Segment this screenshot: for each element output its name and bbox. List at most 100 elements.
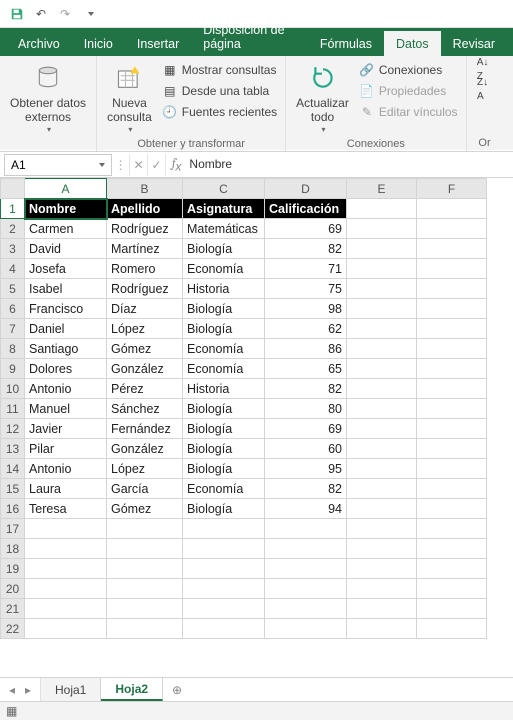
refresh-all-button[interactable]: Actualizar todo▾ <box>292 60 353 136</box>
cell[interactable]: 82 <box>265 379 347 399</box>
cell[interactable] <box>107 619 183 639</box>
cell[interactable]: Antonio <box>25 379 107 399</box>
cell[interactable]: Biología <box>183 239 265 259</box>
row-header-14[interactable]: 14 <box>1 459 25 479</box>
cell[interactable] <box>265 559 347 579</box>
cell[interactable]: González <box>107 439 183 459</box>
cell[interactable] <box>417 339 487 359</box>
cell[interactable] <box>107 579 183 599</box>
cell[interactable]: Matemáticas <box>183 219 265 239</box>
cell[interactable] <box>347 379 417 399</box>
cell[interactable] <box>347 279 417 299</box>
cell[interactable] <box>107 599 183 619</box>
formula-input[interactable]: Nombre <box>189 157 232 171</box>
cell[interactable]: Nombre <box>25 199 107 219</box>
cell[interactable]: Biología <box>183 299 265 319</box>
cell[interactable] <box>347 319 417 339</box>
cell[interactable] <box>107 559 183 579</box>
row-header-22[interactable]: 22 <box>1 619 25 639</box>
cell[interactable] <box>417 619 487 639</box>
cell[interactable]: Rodríguez <box>107 279 183 299</box>
cell[interactable]: Santiago <box>25 339 107 359</box>
cell[interactable] <box>417 259 487 279</box>
col-header-B[interactable]: B <box>107 179 183 199</box>
cell[interactable] <box>183 599 265 619</box>
cell[interactable] <box>265 619 347 639</box>
cell[interactable]: González <box>107 359 183 379</box>
cell[interactable] <box>183 519 265 539</box>
cell[interactable]: Díaz <box>107 299 183 319</box>
cell[interactable]: Rodríguez <box>107 219 183 239</box>
cell[interactable]: Dolores <box>25 359 107 379</box>
spreadsheet-grid[interactable]: ABCDEF1NombreApellidoAsignaturaCalificac… <box>0 178 513 706</box>
cell[interactable] <box>417 319 487 339</box>
cell[interactable] <box>25 599 107 619</box>
row-header-20[interactable]: 20 <box>1 579 25 599</box>
tab-disposicion[interactable]: Disposición de página <box>191 17 308 56</box>
cell[interactable] <box>417 439 487 459</box>
cell[interactable] <box>417 219 487 239</box>
cell[interactable] <box>25 559 107 579</box>
cell[interactable]: Daniel <box>25 319 107 339</box>
cell[interactable]: 95 <box>265 459 347 479</box>
cell[interactable]: Josefa <box>25 259 107 279</box>
cell[interactable]: Biología <box>183 459 265 479</box>
cell[interactable]: Pérez <box>107 379 183 399</box>
cell[interactable]: Biología <box>183 419 265 439</box>
row-header-18[interactable]: 18 <box>1 539 25 559</box>
name-box-dropdown-icon[interactable] <box>99 163 105 167</box>
cell[interactable]: 82 <box>265 479 347 499</box>
cell[interactable] <box>347 299 417 319</box>
new-query-button[interactable]: Nueva consulta▾ <box>103 60 156 136</box>
cell[interactable] <box>347 399 417 419</box>
cell[interactable] <box>25 619 107 639</box>
cell[interactable] <box>107 539 183 559</box>
tab-inicio[interactable]: Inicio <box>72 31 125 56</box>
row-header-8[interactable]: 8 <box>1 339 25 359</box>
cell[interactable]: 62 <box>265 319 347 339</box>
row-header-11[interactable]: 11 <box>1 399 25 419</box>
cell[interactable]: 86 <box>265 339 347 359</box>
cell[interactable] <box>347 599 417 619</box>
col-header-A[interactable]: A <box>25 179 107 199</box>
record-macro-icon[interactable]: ▦ <box>6 704 17 718</box>
tab-insertar[interactable]: Insertar <box>125 31 191 56</box>
col-header-C[interactable]: C <box>183 179 265 199</box>
cell[interactable] <box>347 459 417 479</box>
cell[interactable] <box>347 479 417 499</box>
cell[interactable]: Biología <box>183 319 265 339</box>
cell[interactable] <box>183 579 265 599</box>
cell[interactable] <box>417 299 487 319</box>
cell[interactable]: Martínez <box>107 239 183 259</box>
save-icon[interactable] <box>6 3 28 25</box>
tab-formulas[interactable]: Fórmulas <box>308 31 384 56</box>
cell[interactable]: Carmen <box>25 219 107 239</box>
functions-dropdown[interactable]: ⋮ <box>112 154 130 176</box>
cell[interactable]: Biología <box>183 499 265 519</box>
cell[interactable]: Asignatura <box>183 199 265 219</box>
cell[interactable]: 98 <box>265 299 347 319</box>
tab-datos[interactable]: Datos <box>384 31 441 56</box>
cell[interactable] <box>347 559 417 579</box>
cell[interactable] <box>107 519 183 539</box>
cell[interactable] <box>347 199 417 219</box>
cell[interactable] <box>183 559 265 579</box>
cell[interactable]: Gómez <box>107 339 183 359</box>
cell[interactable] <box>417 199 487 219</box>
cell[interactable]: 82 <box>265 239 347 259</box>
cell[interactable] <box>417 359 487 379</box>
cell[interactable]: David <box>25 239 107 259</box>
cell[interactable] <box>417 459 487 479</box>
cell[interactable]: Francisco <box>25 299 107 319</box>
cell[interactable]: 75 <box>265 279 347 299</box>
cell[interactable]: 69 <box>265 419 347 439</box>
cell[interactable] <box>417 379 487 399</box>
connections-button[interactable]: 🔗Conexiones <box>357 60 460 81</box>
cell[interactable]: 71 <box>265 259 347 279</box>
cell[interactable] <box>417 559 487 579</box>
cell[interactable]: Economía <box>183 259 265 279</box>
cell[interactable]: 65 <box>265 359 347 379</box>
cell[interactable]: Manuel <box>25 399 107 419</box>
cell[interactable]: Gómez <box>107 499 183 519</box>
cell[interactable]: Economía <box>183 479 265 499</box>
